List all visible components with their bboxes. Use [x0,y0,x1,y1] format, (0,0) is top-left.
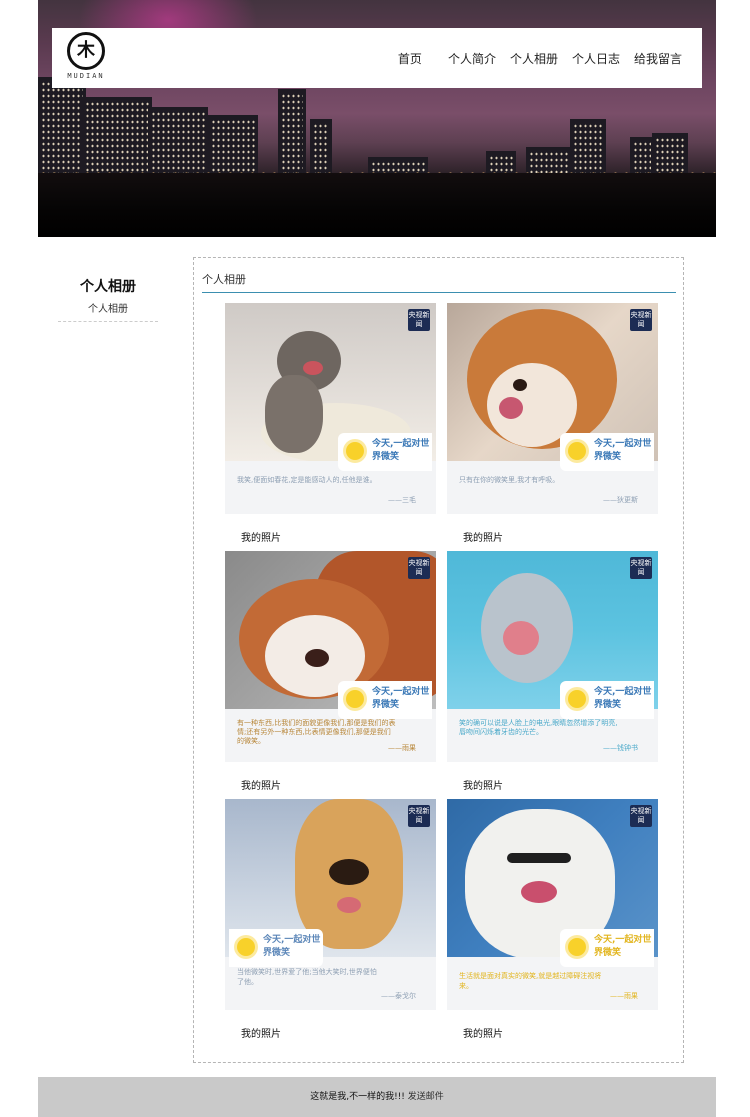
photo-shiba[interactable]: 央视新闻 今天,一起对世界微笑 只有在你的微笑里,我才有呼吸。 ——狄更斯 [447,303,658,514]
building [208,115,258,177]
nav-home[interactable]: 首页 [398,50,422,67]
sun-icon [346,442,364,460]
panel-title: 个人相册 [202,273,246,286]
photo-card[interactable]: 央视新闻 今天,一起对世界微笑 有一种东西,比我们的面貌更像我们,那便是我们的表… [225,551,436,792]
footer-text: 这就是我,不一样的我!!! [310,1092,405,1102]
photo-caption: 我的照片 [241,781,281,792]
nav-album[interactable]: 个人相册 [510,50,558,67]
photo-snowy-owl[interactable]: 央视新闻 今天,一起对世界微笑 生活就是面对真实的微笑,就是越过障碍注视将来。 … [447,799,658,1010]
news-badge-icon: 央视新闻 [630,309,652,331]
photo-quote: 当他微笑时,世界爱了他;当他大笑时,世界便怕了他。 [237,968,377,986]
photo-author: ——泰戈尔 [381,992,416,1000]
sidebar-item-album[interactable]: 个人相册 [58,300,158,322]
sun-icon [237,938,255,956]
sticker-text: 今天,一起对世界微笑 [594,935,652,958]
smile-sticker: 今天,一起对世界微笑 [229,929,323,967]
photo-caption: 我的照片 [463,781,503,792]
photo-author: ——雨果 [610,992,638,1000]
nav-journal[interactable]: 个人日志 [572,50,620,67]
nav-guestbook[interactable]: 给我留言 [634,50,682,67]
sun-icon [568,690,586,708]
logo-glyph: 木 [77,40,95,61]
photo-quote: 有一种东西,比我们的面貌更像我们,那便是我们的表情;还有另外一种东西,比表情更像… [237,719,396,745]
sun-icon [568,442,586,460]
sticker-text: 今天,一起对世界微笑 [372,439,430,462]
photo-quote: 笑的确可以说是人脸上的电光,眼睛忽然增添了明亮,唇吻间闪烁着牙齿的光芒。 [459,719,618,736]
photo-author: ——雨果 [388,744,416,752]
photo-caption: 我的照片 [463,1029,503,1040]
sticker-text: 今天,一起对世界微笑 [263,935,321,958]
album-panel: 个人相册 央视新闻 今天,一起对世界微笑 我笑,便面如春花,定是能感动人的,任他… [193,257,684,1063]
smile-sticker: 今天,一起对世界微笑 [338,433,432,471]
logo-text: MUDIAN [67,72,105,80]
photo-card[interactable]: 央视新闻 今天,一起对世界微笑 生活就是面对真实的微笑,就是越过障碍注视将来。 … [447,799,658,1040]
photo-quote: 只有在你的微笑里,我才有呼吸。 [459,476,560,484]
smile-sticker: 今天,一起对世界微笑 [338,681,432,719]
photo-red-panda[interactable]: 央视新闻 今天,一起对世界微笑 有一种东西,比我们的面貌更像我们,那便是我们的表… [225,551,436,762]
building [278,89,306,177]
nav-menu: 首页 个人简介 个人相册 个人日志 给我留言 [380,28,682,88]
footer: 这就是我,不一样的我!!! 发送邮件 [38,1077,716,1117]
send-email-link[interactable]: 发送邮件 [408,1092,444,1102]
photo-card[interactable]: 央视新闻 今天,一起对世界微笑 当他微笑时,世界爱了他;当他大笑时,世界便怕了他… [225,799,436,1040]
panel-divider [202,292,676,293]
photo-kitten[interactable]: 央视新闻 今天,一起对世界微笑 我笑,便面如春花,定是能感动人的,任他是谁。 —… [225,303,436,514]
photo-card[interactable]: 央视新闻 今天,一起对世界微笑 只有在你的微笑里,我才有呼吸。 ——狄更斯 我的… [447,303,658,544]
building [148,107,208,177]
sticker-text: 今天,一起对世界微笑 [594,439,652,462]
photo-quote: 我笑,便面如春花,定是能感动人的,任他是谁。 [237,476,377,484]
photo-author: ——三毛 [388,496,416,504]
photo-author: ——钱钟书 [603,744,638,752]
photo-caption: 我的照片 [241,533,281,544]
photo-caption: 我的照片 [241,1029,281,1040]
news-badge-icon: 央视新闻 [630,805,652,827]
sticker-text: 今天,一起对世界微笑 [594,687,652,710]
sticker-text: 今天,一起对世界微笑 [372,687,430,710]
building [82,97,152,177]
sidebar-title: 个人相册 [80,279,136,295]
news-badge-icon: 央视新闻 [408,557,430,579]
photo-card[interactable]: 央视新闻 今天,一起对世界微笑 我笑,便面如春花,定是能感动人的,任他是谁。 —… [225,303,436,544]
photo-card[interactable]: 央视新闻 今天,一起对世界微笑 笑的确可以说是人脸上的电光,眼睛忽然增添了明亮,… [447,551,658,792]
navbar: 木 MUDIAN 首页 个人简介 个人相册 个人日志 给我留言 [52,28,702,88]
site-logo[interactable]: 木 MUDIAN [64,32,108,84]
photo-golden-retriever[interactable]: 央视新闻 今天,一起对世界微笑 当他微笑时,世界爱了他;当他大笑时,世界便怕了他… [225,799,436,1010]
photo-quote: 生活就是面对真实的微笑,就是越过障碍注视将来。 [459,972,602,990]
smile-sticker: 今天,一起对世界微笑 [560,929,654,967]
sun-icon [568,938,586,956]
nav-about[interactable]: 个人简介 [448,50,496,67]
dark-foreground [38,173,716,237]
photo-caption: 我的照片 [463,533,503,544]
smile-sticker: 今天,一起对世界微笑 [560,433,654,471]
photo-author: ——狄更斯 [603,496,638,504]
sun-icon [346,690,364,708]
building [38,77,86,177]
photo-dolphin[interactable]: 央视新闻 今天,一起对世界微笑 笑的确可以说是人脸上的电光,眼睛忽然增添了明亮,… [447,551,658,762]
logo-mark-icon: 木 [67,32,105,70]
news-badge-icon: 央视新闻 [408,309,430,331]
news-badge-icon: 央视新闻 [630,557,652,579]
news-badge-icon: 央视新闻 [408,805,430,827]
smile-sticker: 今天,一起对世界微笑 [560,681,654,719]
